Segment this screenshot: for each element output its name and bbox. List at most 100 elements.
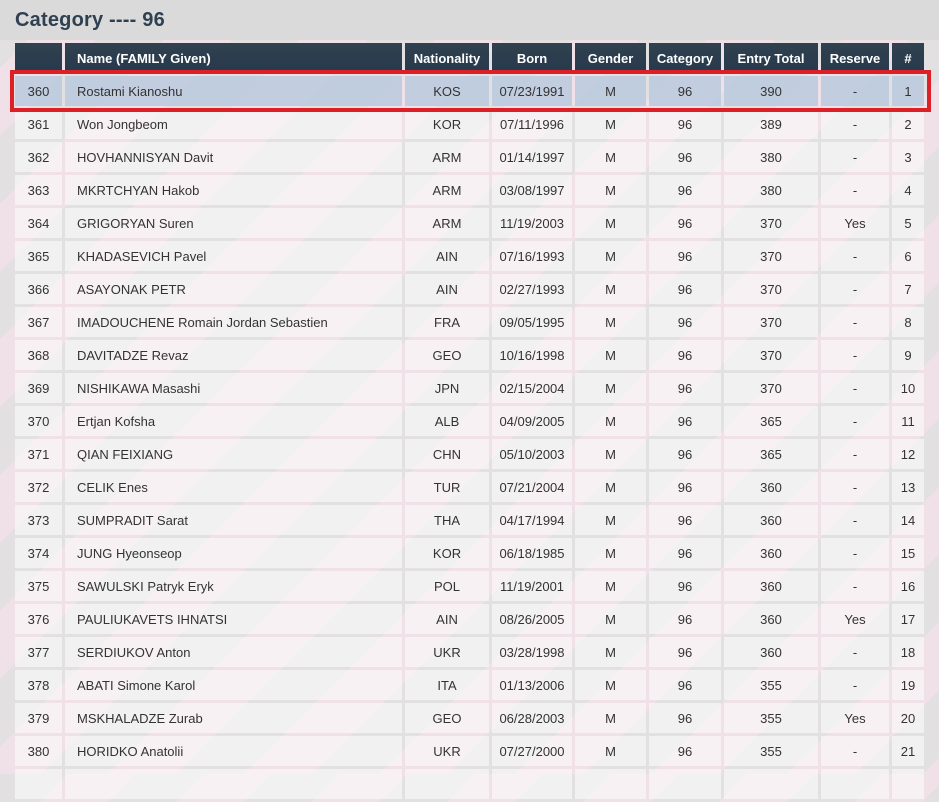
table-row[interactable]: 369NISHIKAWA MasashiJPN02/15/2004M96370-… <box>15 373 924 403</box>
cell-reserve: - <box>821 670 889 700</box>
cell-name: QIAN FEIXIANG <box>65 439 402 469</box>
cell-nationality: KOR <box>405 109 489 139</box>
cell-reserve: - <box>821 571 889 601</box>
cell-name: CELIK Enes <box>65 472 402 502</box>
cell-nationality: KOR <box>405 538 489 568</box>
cell-reserve: - <box>821 472 889 502</box>
cell-born: 09/05/1995 <box>492 307 572 337</box>
cell-reserve: - <box>821 340 889 370</box>
cell-gender: M <box>575 274 646 304</box>
table-row[interactable]: 367IMADOUCHENE Romain Jordan SebastienFR… <box>15 307 924 337</box>
cell-row_no: 371 <box>15 439 62 469</box>
cell-category: 96 <box>649 340 721 370</box>
cell-born: 03/28/1998 <box>492 637 572 667</box>
column-header-blank <box>15 43 62 73</box>
table-row[interactable]: 371QIAN FEIXIANGCHN05/10/2003M96365-12 <box>15 439 924 469</box>
cell-category: 96 <box>649 505 721 535</box>
cell-nationality: TUR <box>405 472 489 502</box>
cell-gender: M <box>575 142 646 172</box>
table-row[interactable]: 364GRIGORYAN SurenARM11/19/2003M96370Yes… <box>15 208 924 238</box>
table-row[interactable]: 363MKRTCHYAN HakobARM03/08/1997M96380-4 <box>15 175 924 205</box>
cell-category: 96 <box>649 604 721 634</box>
cell-born: 10/16/1998 <box>492 340 572 370</box>
cell-row_no: 364 <box>15 208 62 238</box>
cell-reserve: - <box>821 373 889 403</box>
cell-nationality: GEO <box>405 340 489 370</box>
cell-born: 06/28/2003 <box>492 703 572 733</box>
column-header-category: Category <box>649 43 721 73</box>
table-row[interactable]: 366ASAYONAK PETRAIN02/27/1993M96370-7 <box>15 274 924 304</box>
cell-rank: 9 <box>892 340 924 370</box>
cell-reserve: - <box>821 505 889 535</box>
cell-entry_total: 360 <box>724 505 818 535</box>
cell-name: HOVHANNISYAN Davit <box>65 142 402 172</box>
cell-nationality: AIN <box>405 604 489 634</box>
table-row[interactable]: 380HORIDKO AnatoliiUKR07/27/2000M96355-2… <box>15 736 924 766</box>
cell-row_no: 378 <box>15 670 62 700</box>
table-row[interactable]: 376PAULIUKAVETS IHNATSIAIN08/26/2005M963… <box>15 604 924 634</box>
cell-entry_total: 360 <box>724 472 818 502</box>
cell-category: 96 <box>649 274 721 304</box>
table-row[interactable]: 378ABATI Simone KarolITA01/13/2006M96355… <box>15 670 924 700</box>
cell-gender: M <box>575 76 646 106</box>
cell-name: JUNG Hyeonseop <box>65 538 402 568</box>
cell-row_no: 360 <box>15 76 62 106</box>
cell-reserve: - <box>821 307 889 337</box>
cell-entry_total: 355 <box>724 736 818 766</box>
cell-name: ABATI Simone Karol <box>65 670 402 700</box>
cell-gender: M <box>575 373 646 403</box>
cell-name: KHADASEVICH Pavel <box>65 241 402 271</box>
table-row[interactable]: 375SAWULSKI Patryk ErykPOL11/19/2001M963… <box>15 571 924 601</box>
cell-entry_total: 370 <box>724 241 818 271</box>
cell-category: 96 <box>649 241 721 271</box>
cell-born: 01/14/1997 <box>492 142 572 172</box>
cell-born: 11/19/2001 <box>492 571 572 601</box>
cell-rank: 18 <box>892 637 924 667</box>
table-row[interactable]: 360Rostami KianoshuKOS07/23/1991M96390-1 <box>15 76 924 106</box>
cell-gender: M <box>575 439 646 469</box>
cell-rank: 16 <box>892 571 924 601</box>
table-row[interactable]: 362HOVHANNISYAN DavitARM01/14/1997M96380… <box>15 142 924 172</box>
cell-row_no: 361 <box>15 109 62 139</box>
cell-row_no: 370 <box>15 406 62 436</box>
cell-row_no: 367 <box>15 307 62 337</box>
table-row[interactable]: 372CELIK EnesTUR07/21/2004M96360-13 <box>15 472 924 502</box>
cell-nationality: UKR <box>405 637 489 667</box>
cell-born: 11/19/2003 <box>492 208 572 238</box>
cell-nationality: ALB <box>405 406 489 436</box>
cell-row_no: 374 <box>15 538 62 568</box>
cell-reserve: - <box>821 241 889 271</box>
cell-rank: 15 <box>892 538 924 568</box>
cell-reserve: - <box>821 538 889 568</box>
cell-row_no: 368 <box>15 340 62 370</box>
table-row[interactable]: 368DAVITADZE RevazGEO10/16/1998M96370-9 <box>15 340 924 370</box>
cell-rank: 2 <box>892 109 924 139</box>
cell-nationality: ARM <box>405 175 489 205</box>
cell-entry_total: 370 <box>724 274 818 304</box>
table-row[interactable]: 374JUNG HyeonseopKOR06/18/1985M96360-15 <box>15 538 924 568</box>
table-row[interactable]: 370Ertjan KofshaALB04/09/2005M96365-11 <box>15 406 924 436</box>
cell-entry_total: 365 <box>724 406 818 436</box>
cell-row_no: 379 <box>15 703 62 733</box>
table-row[interactable]: 379MSKHALADZE ZurabGEO06/28/2003M96355Ye… <box>15 703 924 733</box>
page: { "page": { "title": "Category ---- 96" … <box>0 0 939 774</box>
cell-born: 02/27/1993 <box>492 274 572 304</box>
cell-rank: 20 <box>892 703 924 733</box>
cell-nationality: KOS <box>405 76 489 106</box>
table-row[interactable]: 365KHADASEVICH PavelAIN07/16/1993M96370-… <box>15 241 924 271</box>
cell-reserve: - <box>821 439 889 469</box>
table-row[interactable]: 373SUMPRADIT SaratTHA04/17/1994M96360-14 <box>15 505 924 535</box>
cell-nationality: AIN <box>405 274 489 304</box>
cell-born: 07/21/2004 <box>492 472 572 502</box>
cell-born: 07/27/2000 <box>492 736 572 766</box>
cell-category: 96 <box>649 736 721 766</box>
cell-reserve: - <box>821 406 889 436</box>
cell-category: 96 <box>649 637 721 667</box>
table-row[interactable]: 361Won JongbeomKOR07/11/1996M96389-2 <box>15 109 924 139</box>
cell-category: 96 <box>649 406 721 436</box>
cell-reserve: - <box>821 637 889 667</box>
cell-row_no: 372 <box>15 472 62 502</box>
cell-gender: M <box>575 175 646 205</box>
table-row[interactable]: 377SERDIUKOV AntonUKR03/28/1998M96360-18 <box>15 637 924 667</box>
cell-nationality: UKR <box>405 736 489 766</box>
